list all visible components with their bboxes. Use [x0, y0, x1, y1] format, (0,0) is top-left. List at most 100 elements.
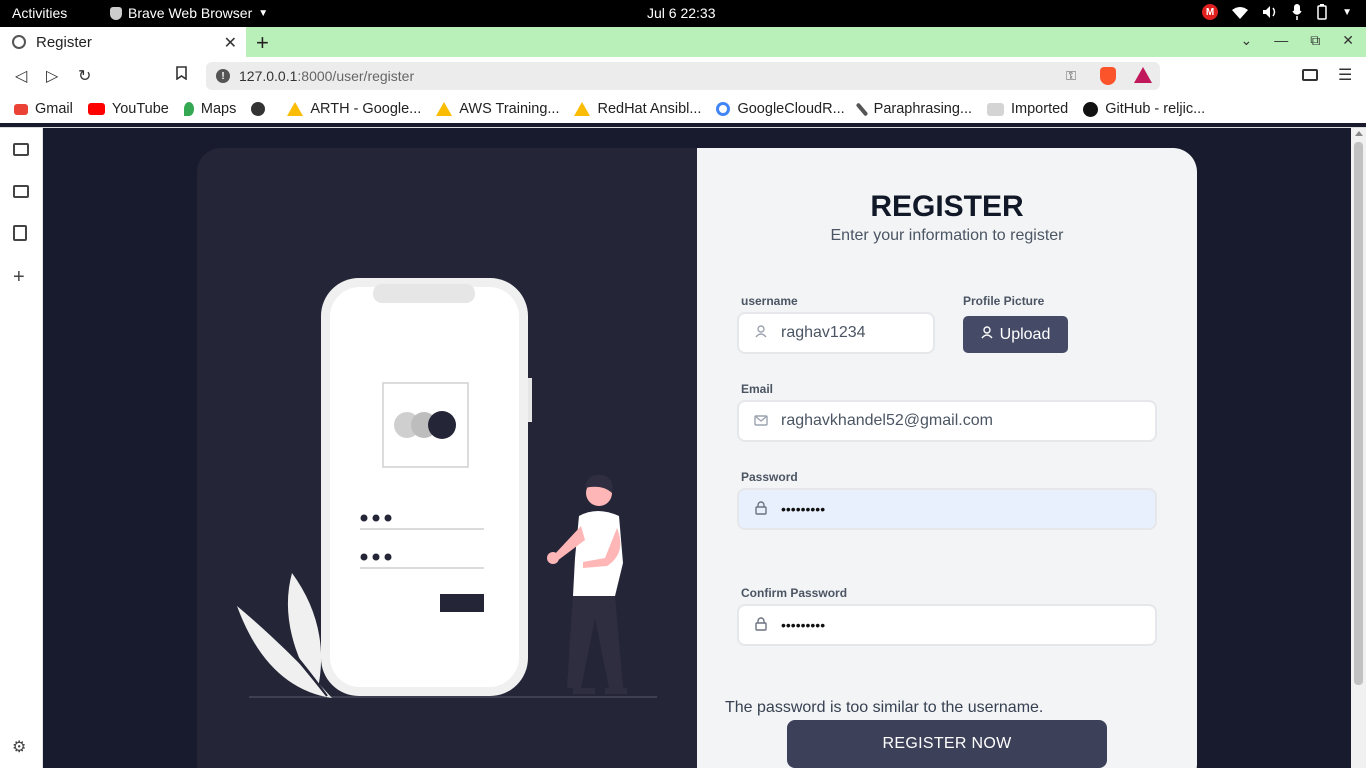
folder-icon [987, 102, 1005, 116]
bookmark-item[interactable]: ARTH - Google... [287, 101, 421, 117]
bookmark-item[interactable]: Maps [183, 101, 236, 117]
profile-picture-label: Profile Picture [963, 294, 1045, 308]
reload-icon[interactable]: ↻ [78, 66, 91, 86]
url-host: 127.0.0.1 [239, 68, 298, 84]
browser-sidebar: + ⚙ [0, 128, 43, 768]
phone-login-illustration [237, 278, 657, 698]
globe-icon [251, 102, 266, 116]
power-menu-caret-icon[interactable]: ▼ [1342, 7, 1352, 18]
window-controls: ⌄ — ⧉ ✕ [1241, 32, 1354, 49]
email-value: raghavkhandel52@gmail.com [781, 412, 993, 429]
illustration-panel [197, 148, 697, 768]
wifi-icon [1232, 6, 1249, 19]
register-form-panel: REGISTER Enter your information to regis… [697, 148, 1197, 768]
page-viewport: REGISTER Enter your information to regis… [43, 128, 1351, 768]
password-error-message: The password is too similar to the usern… [725, 699, 1044, 716]
tab-title: Register [36, 33, 92, 51]
new-tab-icon[interactable]: + [256, 30, 269, 56]
google-drive-icon [436, 102, 453, 116]
github-icon [1083, 101, 1099, 117]
reading-list-icon[interactable] [13, 225, 27, 241]
bookmark-item[interactable]: YouTube [87, 101, 169, 117]
system-top-bar: Activities Brave Web Browser ▼ Jul 6 22:… [0, 0, 1366, 27]
wallet-icon[interactable] [13, 185, 29, 198]
password-label: Password [741, 470, 798, 484]
bookmark-item[interactable]: GitHub - reljic... [1083, 101, 1205, 117]
navigation-toolbar: ◁ ▷ ↻ ! 127.0.0.1:8000/user/register ⚿ ☰ [0, 57, 1366, 95]
password-field[interactable]: ••••••••• [737, 488, 1157, 530]
confirm-password-label: Confirm Password [741, 586, 848, 600]
caret-down-icon: ▼ [258, 7, 269, 19]
page-subtitle: Enter your information to register [830, 227, 1064, 244]
bookmark-item[interactable]: Gmail [14, 101, 73, 117]
close-tab-icon[interactable]: ✕ [224, 33, 237, 53]
url-path: :8000/user/register [297, 68, 415, 84]
password-value: ••••••••• [781, 501, 826, 517]
tab-bar: Register ✕ + ⌄ — ⧉ ✕ [0, 27, 1366, 57]
bookmarks-bar: Gmail YouTube Maps ARTH - Google... AWS … [0, 95, 1366, 123]
notification-badge-icon[interactable]: M [1202, 4, 1219, 20]
bookmark-item[interactable]: RedHat Ansibl... [574, 101, 701, 117]
bookmark-item[interactable] [251, 102, 272, 116]
minimize-icon[interactable]: — [1274, 32, 1288, 49]
activities-button[interactable]: Activities [12, 5, 67, 21]
close-window-icon[interactable]: ✕ [1342, 32, 1354, 49]
bookmark-icon[interactable] [176, 66, 187, 85]
bookmark-item[interactable]: GoogleCloudR... [716, 101, 845, 117]
microphone-icon [1292, 4, 1302, 20]
wallet-icon[interactable] [1302, 69, 1318, 81]
forward-icon[interactable]: ▷ [46, 66, 58, 86]
confirm-password-field[interactable]: ••••••••• [737, 604, 1157, 646]
mail-icon [753, 414, 769, 429]
restore-icon[interactable]: ⧉ [1310, 32, 1320, 49]
app-menu[interactable]: Brave Web Browser ▼ [110, 5, 268, 21]
bookmark-item[interactable]: Paraphrasing... [855, 101, 972, 117]
add-panel-icon[interactable]: + [13, 266, 25, 289]
system-tray[interactable]: M ▼ [1202, 4, 1352, 20]
app-name-label: Brave Web Browser [128, 5, 253, 21]
bookmark-item[interactable]: AWS Training... [436, 101, 559, 117]
upload-label: Upload [999, 325, 1051, 343]
gear-icon[interactable]: ⚙ [12, 737, 26, 757]
confirm-password-value: ••••••••• [781, 617, 826, 633]
clock[interactable]: Jul 6 22:33 [647, 5, 716, 21]
brave-rewards-icon[interactable] [1134, 67, 1152, 83]
upload-button[interactable]: Upload [963, 316, 1068, 353]
username-label: username [741, 294, 798, 308]
email-label: Email [741, 382, 774, 396]
google-drive-icon [574, 102, 591, 116]
scrollbar-thumb[interactable] [1354, 142, 1363, 685]
username-value: raghav1234 [781, 324, 866, 341]
site-info-icon[interactable]: ! [216, 69, 230, 83]
back-icon[interactable]: ◁ [15, 66, 27, 86]
scroll-up-arrow-icon[interactable] [1355, 131, 1363, 136]
user-icon [981, 325, 993, 344]
username-field[interactable]: raghav1234 [737, 312, 935, 354]
key-icon[interactable]: ⚿ [1066, 68, 1076, 84]
maps-icon [183, 102, 194, 116]
page-title: REGISTER [870, 190, 1024, 223]
email-field[interactable]: raghavkhandel52@gmail.com [737, 400, 1157, 442]
google-drive-icon [287, 102, 304, 116]
brave-shields-icon[interactable] [1100, 67, 1116, 85]
lock-icon [753, 500, 769, 518]
video-icon[interactable] [13, 143, 29, 156]
google-icon [716, 102, 731, 116]
tab-register[interactable]: Register ✕ [0, 27, 246, 57]
lock-icon [753, 616, 769, 634]
user-icon [753, 325, 769, 341]
globe-icon [12, 35, 26, 49]
battery-icon [1316, 4, 1328, 20]
address-bar[interactable]: ! 127.0.0.1:8000/user/register ⚿ [206, 62, 1160, 90]
gmail-icon [14, 103, 28, 115]
register-card: REGISTER Enter your information to regis… [197, 148, 1197, 768]
bookmark-item[interactable]: Imported [987, 101, 1068, 117]
menu-icon[interactable]: ☰ [1338, 65, 1352, 85]
brave-app-icon [110, 6, 122, 20]
youtube-icon [87, 103, 105, 115]
volume-icon [1262, 5, 1278, 19]
tab-search-chevron-icon[interactable]: ⌄ [1241, 32, 1253, 49]
register-now-button[interactable]: REGISTER NOW [787, 720, 1107, 768]
feather-icon [855, 101, 869, 117]
page-scrollbar[interactable] [1351, 128, 1366, 768]
